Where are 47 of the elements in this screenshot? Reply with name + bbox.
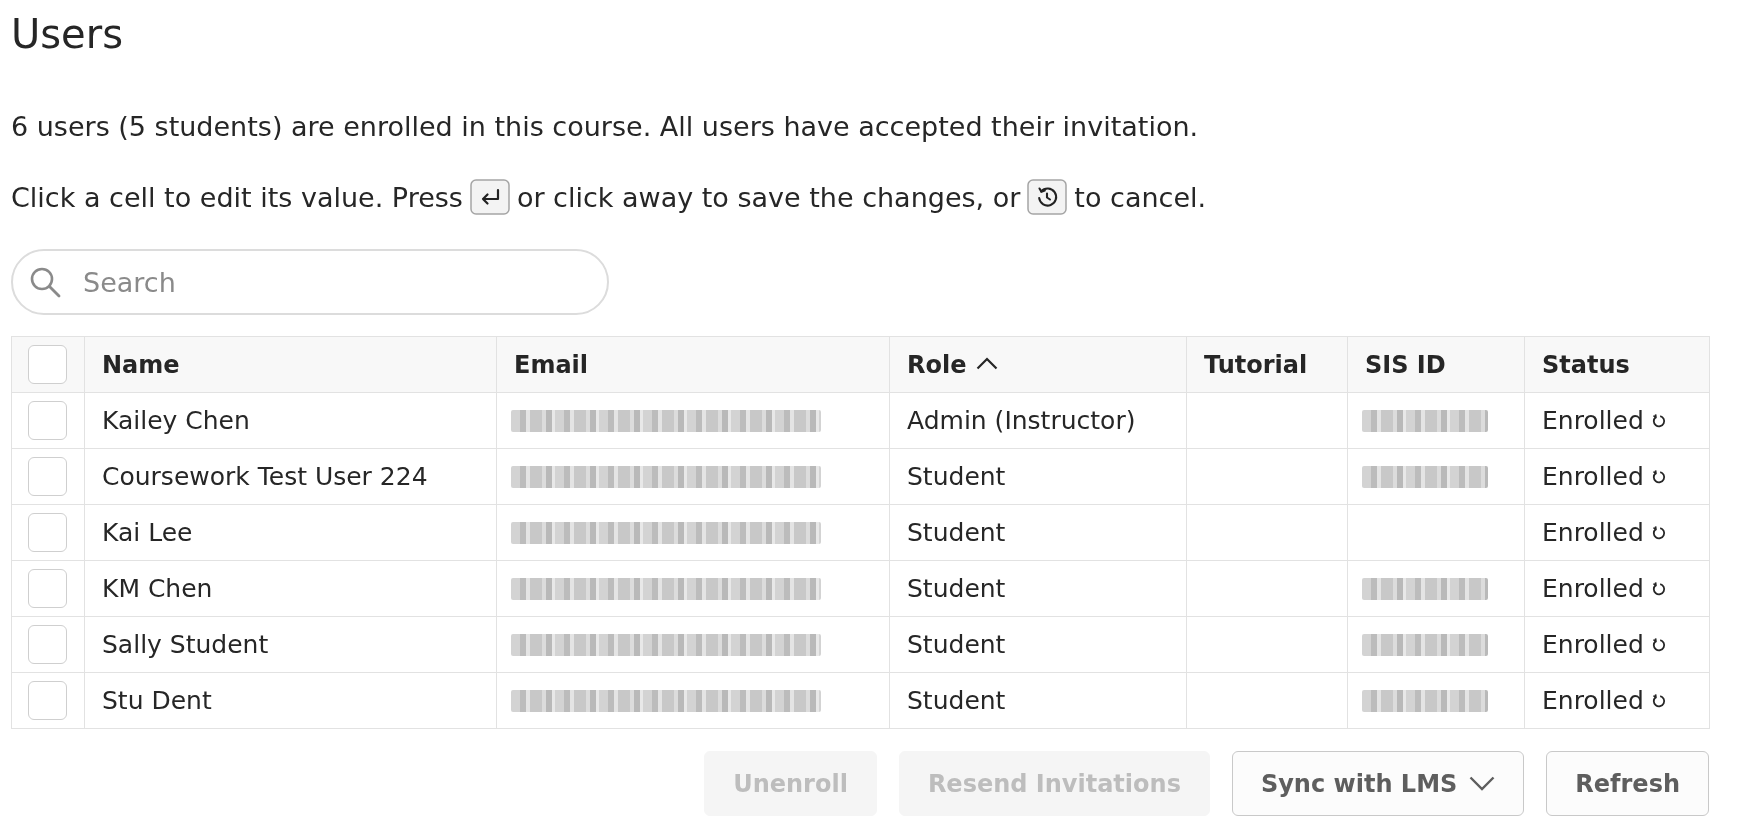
row-checkbox[interactable] <box>28 401 67 440</box>
row-checkbox[interactable] <box>28 513 67 552</box>
table-cell: Kai Lee <box>84 504 497 561</box>
column-header[interactable]: Status <box>1524 336 1710 393</box>
status-text: Enrolled <box>1542 406 1644 435</box>
column-header[interactable]: Email <box>496 336 890 393</box>
table-cell: Admin (Instructor) <box>889 392 1187 449</box>
status-text: Enrolled <box>1542 630 1644 659</box>
table-cell: Student <box>889 672 1187 729</box>
editing-instructions: Click a cell to edit its value. Press or click away to save the changes, or to cancel. <box>11 180 1207 216</box>
table-cell: Kailey Chen <box>84 392 497 449</box>
circular-arrow-icon[interactable] <box>1651 525 1666 540</box>
table-cell: Student <box>889 560 1187 617</box>
circular-arrow-icon[interactable] <box>1651 413 1666 428</box>
circular-arrow-icon[interactable] <box>1651 469 1666 484</box>
chevron-down-icon <box>1469 776 1496 791</box>
table-cell: Coursework Test User 224 <box>84 448 497 505</box>
enter-key-icon <box>469 178 510 215</box>
table-cell: Stu Dent <box>84 672 497 729</box>
table-cell: Sally Student <box>84 616 497 673</box>
undo-key-icon <box>1027 178 1068 215</box>
table-cell: KM Chen <box>84 560 497 617</box>
row-checkbox[interactable] <box>28 681 67 720</box>
enrollment-summary: 6 users (5 students) are enrolled in this course. All users have accepted their invitation. <box>11 110 1199 144</box>
row-checkbox[interactable] <box>28 625 67 664</box>
status-text: Enrolled <box>1542 574 1644 603</box>
circular-arrow-icon[interactable] <box>1651 581 1666 596</box>
status-text: Enrolled <box>1542 462 1644 491</box>
action-button[interactable]: Refresh <box>1546 751 1709 816</box>
row-checkbox[interactable] <box>28 457 67 496</box>
row-checkbox[interactable] <box>28 569 67 608</box>
status-text: Enrolled <box>1542 518 1644 547</box>
column-header[interactable]: Name <box>84 336 497 393</box>
column-header[interactable]: Tutorial <box>1186 336 1348 393</box>
circular-arrow-icon[interactable] <box>1651 637 1666 652</box>
page-title: Users <box>11 10 123 58</box>
circular-arrow-icon[interactable] <box>1651 693 1666 708</box>
search-icon <box>29 266 61 298</box>
status-text: Enrolled <box>1542 686 1644 715</box>
column-header[interactable]: Role <box>889 336 1187 393</box>
select-all-checkbox[interactable] <box>28 345 67 384</box>
search-field[interactable]: Search <box>11 249 609 315</box>
table-cell: Student <box>889 504 1187 561</box>
table-cell: Student <box>889 448 1187 505</box>
table-cell: Student <box>889 616 1187 673</box>
action-button[interactable]: Sync with LMS <box>1231 751 1525 816</box>
column-header[interactable]: SIS ID <box>1347 336 1525 393</box>
